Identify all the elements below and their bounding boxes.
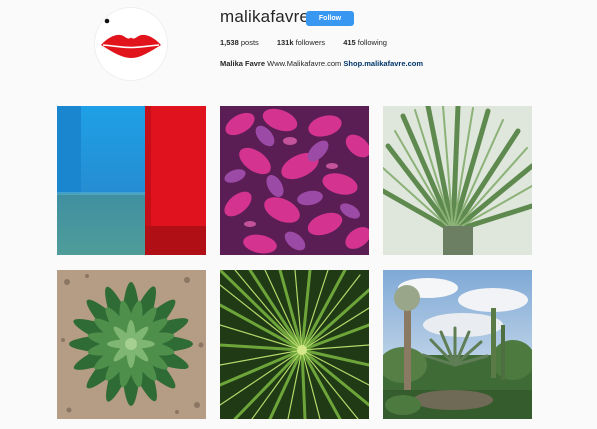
full-name: Malika Favre (220, 59, 266, 68)
followers-label: followers (295, 38, 326, 47)
post-tile-garden[interactable] (383, 270, 532, 419)
agave-photo (57, 270, 206, 419)
shop-link[interactable]: Shop.malikafavre.com (343, 59, 423, 68)
post-tile-blue-red-wall[interactable] (57, 106, 206, 255)
profile-stats: 1,538 posts 131k followers 415 following (220, 38, 387, 47)
profile-avatar[interactable] (95, 8, 167, 80)
yucca-photo (220, 270, 369, 419)
posts-count: 1,538 (220, 38, 239, 47)
website-text[interactable]: Www.Malikafavre.com (267, 59, 341, 68)
blue-red-wall-photo (57, 106, 206, 255)
garden-photo (383, 270, 532, 419)
posts-label: posts (240, 38, 259, 47)
lips-logo-image (95, 8, 167, 80)
post-tile-pink-leaves[interactable] (220, 106, 369, 255)
follow-button[interactable]: Follow (306, 11, 354, 26)
pink-leaves-photo (220, 106, 369, 255)
profile-bio: Malika Favre Www.Malikafavre.com Shop.ma… (220, 59, 423, 68)
followers-stat[interactable]: 131k followers (277, 38, 325, 47)
profile-username: malikafavre (220, 7, 310, 26)
fan-palm-photo (383, 106, 532, 255)
post-tile-agave[interactable] (57, 270, 206, 419)
followers-count: 131k (276, 38, 294, 47)
following-stat[interactable]: 415 following (343, 38, 387, 47)
following-count: 415 (343, 38, 356, 47)
post-tile-yucca[interactable] (220, 270, 369, 419)
posts-stat[interactable]: 1,538 posts (220, 38, 259, 47)
following-label: following (357, 38, 387, 47)
post-tile-fan-palm[interactable] (383, 106, 532, 255)
